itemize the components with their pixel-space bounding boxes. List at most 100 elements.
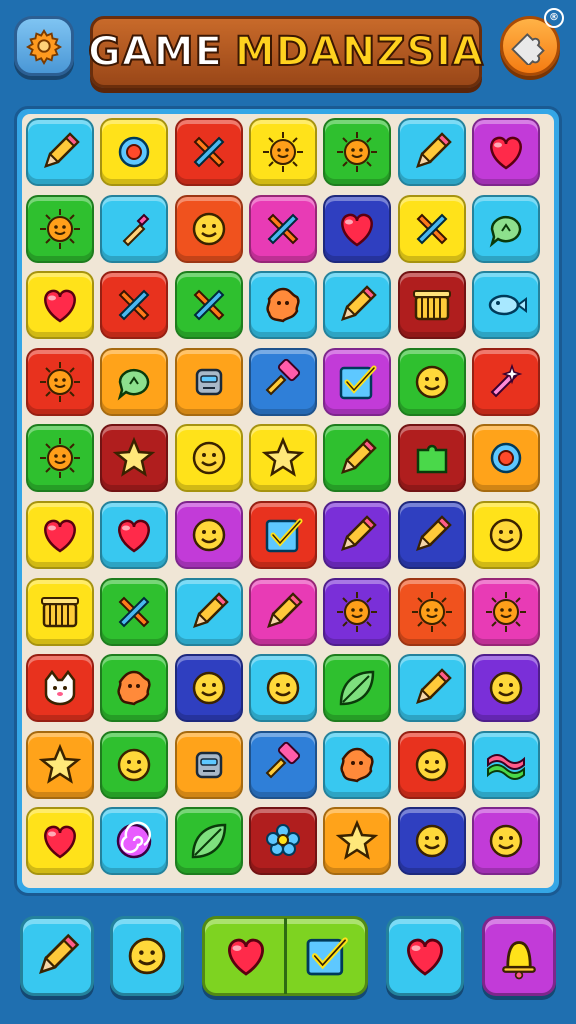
heart-icon <box>407 938 443 976</box>
board-tile[interactable] <box>397 501 466 569</box>
powerup-divider <box>284 918 287 994</box>
robot-icon <box>195 751 222 779</box>
board-tile[interactable] <box>100 118 169 186</box>
star-icon <box>335 820 379 861</box>
board-tile[interactable] <box>26 347 94 416</box>
smiley-face-icon <box>192 442 225 475</box>
board-tile[interactable] <box>26 194 94 263</box>
board-tile[interactable] <box>323 730 392 799</box>
board-tile[interactable] <box>248 654 317 723</box>
rainbow-heart-powerup-button[interactable] <box>386 916 464 996</box>
board-tile[interactable] <box>471 424 540 493</box>
board-tile[interactable] <box>174 501 243 569</box>
board-tile[interactable] <box>397 347 466 416</box>
board-tile[interactable] <box>248 271 317 340</box>
board-tile[interactable] <box>174 807 243 876</box>
board-tile[interactable] <box>323 807 392 876</box>
board-tile[interactable] <box>471 577 540 646</box>
board-tile[interactable] <box>26 118 94 186</box>
board-tile[interactable] <box>100 577 169 646</box>
board-tile[interactable] <box>323 194 392 263</box>
board-tile[interactable] <box>100 807 169 876</box>
board-tile[interactable] <box>471 194 540 263</box>
board-tile[interactable] <box>323 577 392 646</box>
board-tile[interactable] <box>397 118 466 186</box>
bell-icon <box>502 941 536 980</box>
puzzle-icon <box>511 33 545 65</box>
board-tile[interactable] <box>26 271 94 340</box>
board-tile[interactable] <box>26 577 94 646</box>
crossed-tools-icon <box>118 289 150 321</box>
face-powerup-button[interactable] <box>110 916 184 996</box>
board-tile[interactable] <box>100 271 169 340</box>
board-tile[interactable] <box>174 654 243 723</box>
board-tile[interactable] <box>174 730 243 799</box>
board-tile[interactable] <box>471 271 540 340</box>
board-tile[interactable] <box>323 501 392 569</box>
board-tile[interactable] <box>100 424 169 493</box>
board-tile[interactable] <box>26 730 94 799</box>
board-tile[interactable] <box>471 654 540 723</box>
board-tile[interactable] <box>471 347 540 416</box>
settings-button[interactable] <box>14 16 74 76</box>
board-tile[interactable] <box>174 424 243 493</box>
board-tile[interactable] <box>100 730 169 799</box>
board-tile[interactable] <box>397 577 466 646</box>
board-tile[interactable] <box>248 501 317 569</box>
board-tile[interactable] <box>174 118 243 186</box>
pencil-icon <box>415 132 452 168</box>
board-tile[interactable] <box>397 424 466 493</box>
board-tile[interactable] <box>248 347 317 416</box>
board-tile[interactable] <box>248 118 317 186</box>
bell-powerup-button[interactable] <box>482 916 556 996</box>
board-tile[interactable] <box>174 347 243 416</box>
smiley-face-icon <box>415 825 448 858</box>
sun-icon <box>485 591 526 632</box>
board-tile[interactable] <box>100 501 169 569</box>
board-tile[interactable] <box>471 501 540 569</box>
board-tile[interactable] <box>323 654 392 723</box>
board-tile[interactable] <box>100 194 169 263</box>
board-tile[interactable] <box>323 271 392 340</box>
board-tile[interactable] <box>248 807 317 876</box>
flower-icon <box>265 824 300 857</box>
speech-bubble-icon <box>117 368 150 401</box>
magic-wand-icon <box>490 363 523 398</box>
board-tile[interactable] <box>248 194 317 263</box>
board-tile[interactable] <box>397 194 466 263</box>
heart-powerup-button[interactable] <box>202 916 286 996</box>
board-tile[interactable] <box>174 577 243 646</box>
top-bar: GAME MDANZSIA ® <box>0 0 576 100</box>
board-tile[interactable] <box>323 347 392 416</box>
board-tile[interactable] <box>471 730 540 799</box>
board-tile[interactable] <box>100 654 169 723</box>
board-tile[interactable] <box>397 271 466 340</box>
board-tile[interactable] <box>248 577 317 646</box>
board-tile[interactable] <box>26 654 94 723</box>
board-tile[interactable] <box>174 271 243 340</box>
heart-icon <box>44 519 76 553</box>
board-tile[interactable] <box>397 730 466 799</box>
blob-icon <box>266 287 300 323</box>
board-tile[interactable] <box>174 194 243 263</box>
check-powerup-button[interactable] <box>286 916 368 996</box>
board-tile[interactable] <box>323 118 392 186</box>
board-tile[interactable] <box>100 347 169 416</box>
smiley-face-icon <box>489 671 523 705</box>
board-tile[interactable] <box>26 807 94 876</box>
puzzle-piece-icon <box>416 445 447 474</box>
board-tile[interactable] <box>26 501 94 569</box>
smiley-face-icon <box>128 937 166 975</box>
pencil-icon <box>192 591 229 628</box>
board-tile[interactable] <box>471 118 540 186</box>
board-tile[interactable] <box>26 424 94 493</box>
board-tile[interactable] <box>323 424 392 493</box>
game-board <box>22 114 554 888</box>
board-tile[interactable] <box>471 807 540 876</box>
board-tile[interactable] <box>248 424 317 493</box>
sun-icon <box>411 591 452 632</box>
board-tile[interactable] <box>397 654 466 723</box>
board-tile[interactable] <box>397 807 466 876</box>
pencil-powerup-button[interactable] <box>20 916 94 996</box>
board-tile[interactable] <box>248 730 317 799</box>
